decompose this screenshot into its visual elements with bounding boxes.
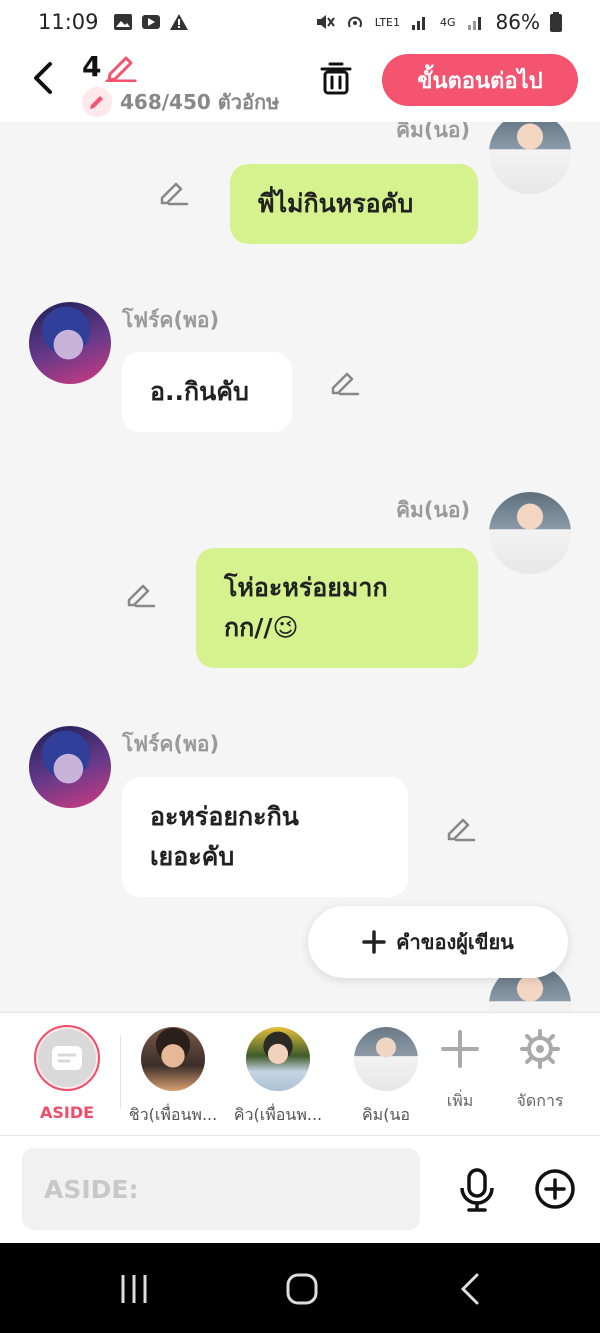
character-label: คิม(นอ: [361, 1105, 411, 1124]
media-icon: [141, 15, 160, 29]
aside-inner: [38, 1029, 96, 1087]
home-button[interactable]: [280, 1267, 324, 1311]
aside-label: ASIDE: [39, 1103, 95, 1122]
4g-label: 4G: [440, 15, 456, 29]
pencil-icon: [105, 56, 137, 83]
status-right: LTE1 4G 86%: [315, 10, 562, 34]
message-line: อะหร่อยกะกิน: [150, 802, 299, 831]
message-bubble[interactable]: อะหร่อยกะกิน เยอะคับ: [122, 777, 408, 897]
status-time: 11:09: [38, 10, 99, 34]
status-left-icons: [113, 13, 189, 31]
header: 4 468/450 ตัวอักษ ขั้นตอนต่อไป: [0, 44, 600, 122]
edit-message-icon[interactable]: [157, 176, 189, 208]
message-line-2: กก//😉: [224, 608, 450, 648]
counter-text: 468/450 ตัวอักษ: [120, 90, 280, 114]
lte-label: LTE1: [374, 15, 401, 29]
signal-icon: [412, 17, 426, 30]
message-bubble[interactable]: อ..กินคับ: [122, 352, 292, 432]
message-bubble[interactable]: โห่อะหร่อยมาก กก//😉: [196, 548, 478, 668]
message-input[interactable]: ASIDE:: [22, 1148, 420, 1230]
edit-title-button[interactable]: [104, 52, 138, 83]
aside-selector[interactable]: ASIDE: [17, 1013, 117, 1137]
character-item[interactable]: คิม(นอ: [330, 1013, 430, 1137]
message-line: เยอะคับ: [150, 842, 235, 871]
sender-name: โฟร์ค(พอ): [122, 308, 220, 332]
warning-icon: [169, 14, 188, 30]
character-item[interactable]: คิว(เพื่อนพ...: [228, 1013, 328, 1137]
avatar: [246, 1027, 310, 1091]
divider: [120, 1035, 121, 1109]
delete-button[interactable]: [316, 58, 356, 98]
home-icon: [286, 1273, 318, 1305]
next-step-button[interactable]: ขั้นตอนต่อไป: [382, 54, 578, 106]
edit-message-icon[interactable]: [124, 578, 156, 610]
nav-bar: [0, 1243, 600, 1333]
aside-circle: [34, 1025, 100, 1091]
character-bar: ASIDE ชิว(เพื่อนพ... คิว(เพื่อนพ... คิม(…: [0, 1012, 600, 1136]
manage-button[interactable]: จัดการ: [500, 1013, 580, 1137]
plus-circle-icon: [535, 1169, 575, 1209]
chat-area[interactable]: คิม(นอ) พี่ไม่กินหรอคับ โฟร์ค(พอ) อ..กิน…: [0, 122, 600, 1012]
manage-label: จัดการ: [516, 1091, 564, 1110]
avatar[interactable]: [29, 726, 111, 808]
hotspot-icon: [347, 16, 362, 28]
pencil-icon: [90, 96, 103, 109]
avatar[interactable]: [489, 122, 571, 194]
recents-button[interactable]: [112, 1267, 156, 1311]
character-label: ชิว(เพื่อนพ...: [128, 1105, 218, 1124]
message-line: โห่อะหร่อยมาก: [224, 573, 388, 602]
avatar[interactable]: [489, 492, 571, 574]
add-character-button[interactable]: เพิ่ม: [420, 1013, 500, 1137]
message-line-text: กก//: [224, 613, 273, 642]
back-button[interactable]: [26, 58, 60, 98]
input-bar: ASIDE:: [0, 1136, 600, 1243]
character-item[interactable]: ชิว(เพื่อนพ...: [123, 1013, 223, 1137]
attach-button[interactable]: [532, 1166, 578, 1212]
chevron-left-icon: [34, 62, 52, 94]
counter-badge: [82, 87, 112, 117]
mute-icon: [316, 15, 335, 29]
sender-name: โฟร์ค(พอ): [122, 732, 220, 756]
plus-icon: [362, 930, 386, 954]
gallery-icon: [113, 14, 132, 30]
voice-button[interactable]: [456, 1166, 498, 1214]
gear-icon: [520, 1029, 560, 1069]
avatar[interactable]: [29, 302, 111, 384]
edit-message-icon[interactable]: [444, 812, 476, 844]
plus-icon: [441, 1030, 479, 1068]
char-counter: 468/450 ตัวอักษ: [82, 86, 279, 118]
edit-message-icon[interactable]: [328, 366, 360, 398]
author-note-label: คำของผู้เขียน: [396, 930, 514, 954]
signal-icon-2: [467, 17, 481, 30]
avatar: [141, 1027, 205, 1091]
tool-icon: [440, 1029, 480, 1069]
battery-percent: 86%: [495, 10, 540, 34]
note-icon: [52, 1046, 82, 1070]
chapter-number: 4: [82, 50, 102, 83]
author-note-button[interactable]: คำของผู้เขียน: [308, 906, 568, 978]
character-label: คิว(เพื่อนพ...: [233, 1105, 323, 1124]
sender-name: คิม(นอ): [396, 122, 471, 142]
avatar: [354, 1027, 418, 1091]
trash-icon: [320, 62, 352, 95]
sender-name: คิม(นอ): [396, 498, 471, 522]
back-icon: [460, 1273, 479, 1305]
tool-icon: [520, 1029, 560, 1069]
message-bubble[interactable]: พี่ไม่กินหรอคับ: [230, 164, 478, 244]
microphone-icon: [460, 1168, 494, 1212]
back-nav-button[interactable]: [448, 1267, 492, 1311]
wink-emoji: 😉: [272, 613, 299, 642]
status-bar: 11:09 LTE1 4G 86%: [0, 0, 600, 44]
add-label: เพิ่ม: [446, 1091, 474, 1110]
recents-icon: [121, 1275, 147, 1303]
battery-icon: [550, 12, 562, 32]
